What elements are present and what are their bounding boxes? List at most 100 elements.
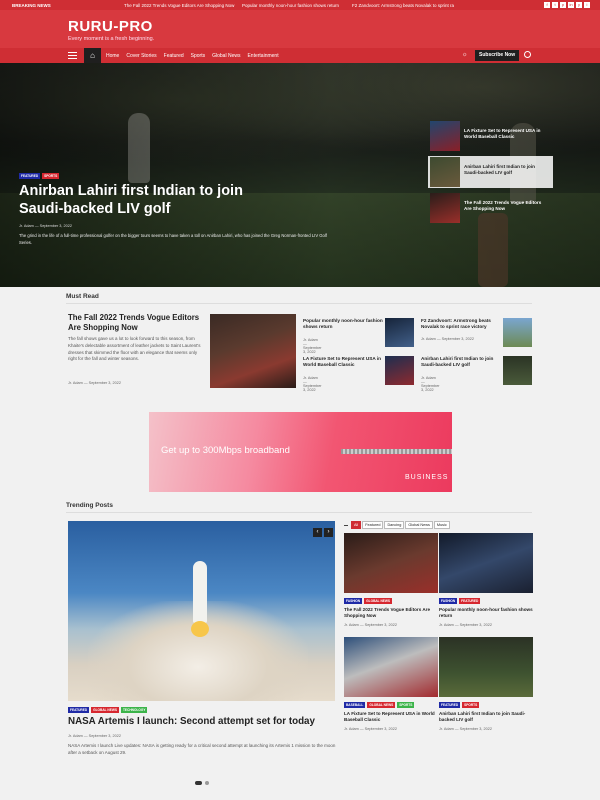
grid-item-meta: Jr. Adam — September 3, 2022 xyxy=(439,727,492,731)
nav-item-home[interactable]: Home xyxy=(106,53,119,59)
nav-item-cover-stories[interactable]: Cover Stories xyxy=(126,53,156,59)
slider-dot[interactable] xyxy=(205,781,209,785)
grid-item-meta: Jr. Adam — September 3, 2022 xyxy=(439,623,492,627)
youtube-icon[interactable]: y xyxy=(576,1,582,8)
home-icon[interactable]: ⌂ xyxy=(84,48,101,63)
thumbnail[interactable] xyxy=(503,318,532,347)
hero-tags: FEATURED SPORTS xyxy=(19,173,60,179)
linkedin-icon[interactable]: in xyxy=(568,1,574,8)
must-read-main-title[interactable]: The Fall 2022 Trends Vogue Editors Are S… xyxy=(68,313,203,333)
theme-toggle-icon[interactable]: ☼ xyxy=(462,52,468,58)
next-arrow-icon[interactable]: › xyxy=(324,528,333,537)
must-read-item-meta: Jr. Adam — September 3, 2022 xyxy=(303,376,322,392)
tab-dancing[interactable]: Dancing xyxy=(384,521,405,529)
ticker-item[interactable]: F2 Zandvoort: Armstrong beats Novalak to… xyxy=(352,3,454,8)
tag-fashion[interactable]: FASHION xyxy=(344,598,363,604)
advertisement-banner[interactable]: Get up to 300Mbps broadband BUSINESS xyxy=(149,412,452,492)
trending-main-tags: FEATURED GLOBAL NEWS TECHNOLOGY xyxy=(68,707,148,713)
must-read-item-title: Popular monthly noon-hour fashion shows … xyxy=(303,318,383,330)
ticker-item[interactable]: Popular monthly noon-hour fashion shows … xyxy=(242,3,339,8)
thumbnail xyxy=(439,637,533,697)
tag-global-news[interactable]: GLOBAL NEWS xyxy=(91,707,119,713)
nav-item-global-news[interactable]: Global News xyxy=(212,53,240,59)
must-read-item-title: F2 Zandvoort: Armstrong beats Novalak to… xyxy=(421,318,491,330)
twitter-icon[interactable]: t xyxy=(552,1,558,8)
pinterest-icon[interactable]: p xyxy=(560,1,566,8)
site-logo[interactable]: RURU-PRO xyxy=(68,18,153,35)
must-read-item-title: LA Fixture Set to Represent USA in World… xyxy=(303,356,382,368)
must-read-item-meta: Jr. Adam — September 3, 2022 xyxy=(303,338,322,354)
must-read-main-excerpt: The fall shows gave us a lot to look for… xyxy=(68,336,201,362)
tab-global-news[interactable]: Global News xyxy=(405,521,433,529)
hero-side-item[interactable]: LA Fixture Set to Represent USA in World… xyxy=(428,120,553,152)
nav-item-sports[interactable]: Sports xyxy=(191,53,205,59)
hero-banner: FEATURED SPORTS Anirban Lahiri first Ind… xyxy=(0,63,600,287)
tag-sports[interactable]: SPORTS xyxy=(397,702,415,708)
slider-pagination xyxy=(195,781,209,785)
nav-item-featured[interactable]: Featured xyxy=(164,53,184,59)
tag-sports[interactable]: SPORTS xyxy=(462,702,480,708)
must-read-item-title: Anirban Lahiri first Indian to join Saud… xyxy=(421,356,494,368)
breaking-news-bar: BREAKING NEWS The Fall 2022 Trends Vogue… xyxy=(0,0,600,10)
tab-all[interactable]: All xyxy=(351,521,362,529)
thumbnail[interactable] xyxy=(503,356,532,385)
site-tagline: Every moment is a fresh beginning. xyxy=(68,36,155,42)
nav-item-entertainment[interactable]: Entertainment xyxy=(247,53,278,59)
prev-arrow-icon[interactable]: ‹ xyxy=(313,528,322,537)
tag-technology[interactable]: TECHNOLOGY xyxy=(120,707,148,713)
section-heading-trending: Trending Posts xyxy=(66,502,113,509)
tag-sports[interactable]: SPORTS xyxy=(42,173,60,179)
grid-item-title: The Fall 2022 Trends Vogue Editors Are S… xyxy=(344,607,431,619)
hero-excerpt: The grind in the life of a full-time pro… xyxy=(19,233,327,245)
grid-item-meta: Jr. Adam — September 3, 2022 xyxy=(344,727,397,731)
breaking-news-label: BREAKING NEWS xyxy=(12,2,51,8)
tag-global-news[interactable]: GLOBAL NEWS xyxy=(367,702,396,708)
subscribe-button[interactable]: Subscribe Now xyxy=(475,50,520,61)
ticker-item[interactable]: The Fall 2022 Trends Vogue Editors Are S… xyxy=(124,3,234,8)
tag-featured[interactable]: FEATURED xyxy=(68,707,90,713)
thumbnail xyxy=(344,637,438,697)
thumbnail xyxy=(430,157,460,187)
social-links: f t p in y i xyxy=(544,1,590,8)
tab-featured[interactable]: Featured xyxy=(362,521,384,529)
trending-main-image[interactable] xyxy=(68,521,335,701)
ad-brand: BUSINESS xyxy=(405,474,449,481)
tag-featured[interactable]: FEATURED xyxy=(459,598,481,604)
must-read-main-image[interactable] xyxy=(210,314,296,388)
instagram-icon[interactable]: i xyxy=(584,1,590,8)
thumbnail xyxy=(344,533,438,593)
trending-main-excerpt: NASA Artemis I launch Live updates: NASA… xyxy=(68,743,336,755)
hero-side-item[interactable]: The Fall 2022 Trends Vogue Editors Are S… xyxy=(428,192,553,224)
facebook-icon[interactable]: f xyxy=(544,1,550,8)
trending-main-meta: Jr. Adam — September 3, 2022 xyxy=(68,734,121,738)
hero-side-title: The Fall 2022 Trends Vogue Editors Are S… xyxy=(464,200,542,211)
search-icon[interactable] xyxy=(524,51,531,58)
section-heading-must-read: Must Read xyxy=(66,293,99,300)
tag-featured[interactable]: FEATURED xyxy=(19,173,41,179)
hero-meta: Jr. Adam — September 3, 2022 xyxy=(19,224,72,228)
tag-fashion[interactable]: FASHION xyxy=(439,598,458,604)
tag-featured[interactable]: FEATURED xyxy=(439,702,461,708)
grid-item-title: Anirban Lahiri first Indian to join Saud… xyxy=(439,711,526,723)
thumbnail xyxy=(439,533,533,593)
rocket-icon xyxy=(193,561,207,623)
tab-music[interactable]: Music xyxy=(433,521,450,529)
grid-item-title: LA Fixture Set to Represent USA in World… xyxy=(344,711,435,723)
cable-icon xyxy=(341,449,452,454)
thumbnail xyxy=(430,121,460,151)
thumbnail[interactable] xyxy=(385,356,414,385)
must-read-item-meta: Jr. Adam — September 3, 2022 xyxy=(421,337,474,341)
grid-item-title: Popular monthly noon-hour fashion shows … xyxy=(439,607,533,619)
tag-global-news[interactable]: GLOBAL NEWS xyxy=(364,598,393,604)
hero-side-item-active[interactable]: Anirban Lahiri first Indian to join Saud… xyxy=(428,156,553,188)
menu-icon[interactable] xyxy=(68,52,77,59)
trending-main-title[interactable]: NASA Artemis I launch: Second attempt se… xyxy=(68,716,338,727)
tag-baseball[interactable]: BASEBALL xyxy=(344,702,366,708)
thumbnail xyxy=(430,193,460,223)
hero-title[interactable]: Anirban Lahiri first Indian to join Saud… xyxy=(19,182,289,218)
site-header: RURU-PRO Every moment is a fresh beginni… xyxy=(0,10,600,48)
thumbnail[interactable] xyxy=(385,318,414,347)
slider-dot-active[interactable] xyxy=(195,781,202,785)
must-read-item-meta: Jr. Adam — September 3, 2022 xyxy=(421,376,440,392)
grid-item-meta: Jr. Adam — September 3, 2022 xyxy=(344,623,397,627)
